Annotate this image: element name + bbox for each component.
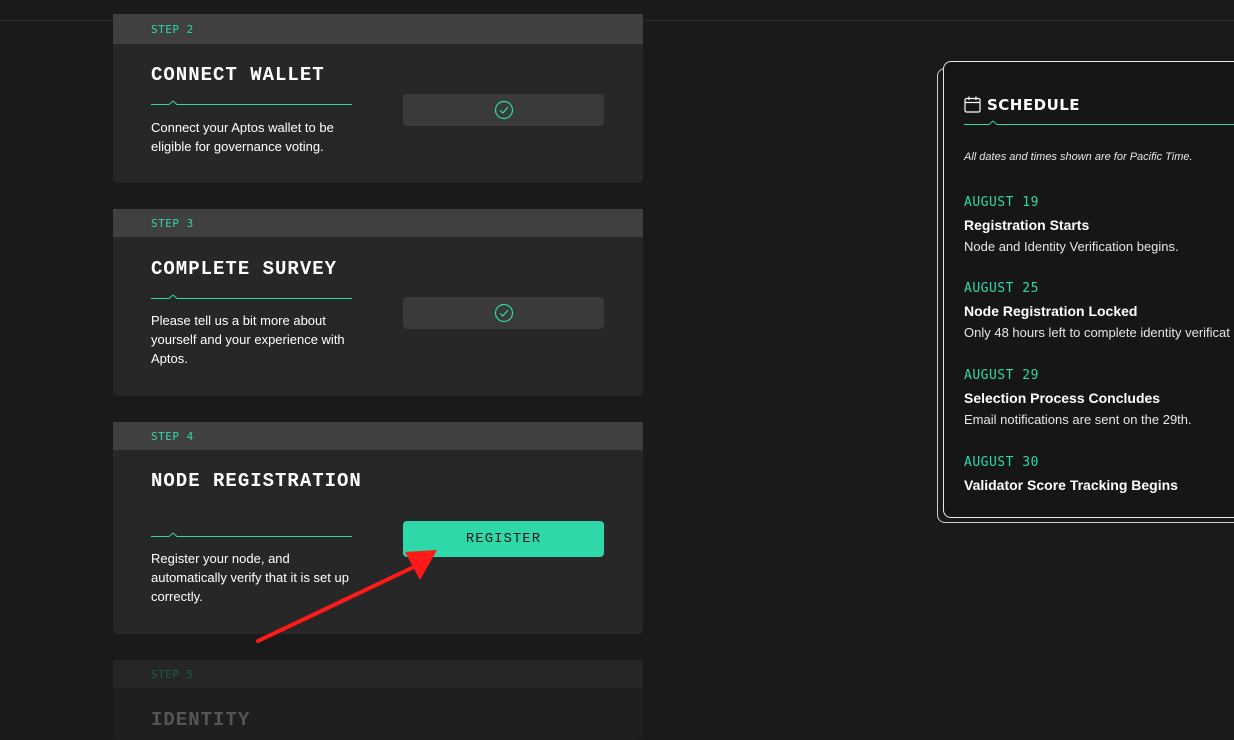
divider	[964, 120, 1234, 125]
check-circle-icon	[494, 100, 513, 120]
schedule-event: AUGUST 30 Validator Score Tracking Begin…	[964, 455, 1234, 494]
event-date: AUGUST 25	[964, 281, 1039, 296]
step-label: STEP 2	[151, 23, 194, 36]
step-card-node-registration: STEP 4 NODE REGISTRATION Register your n…	[113, 422, 643, 634]
step-description: Please tell us a bit more about yourself…	[151, 313, 345, 366]
event-description: Email notifications are sent on the 29th…	[964, 412, 1192, 427]
schedule-event: AUGUST 19 Registration Starts Node and I…	[964, 195, 1234, 256]
step-description: Register your node, and automatically ve…	[151, 551, 349, 604]
schedule-event: AUGUST 25 Node Registration Locked Only …	[964, 281, 1234, 342]
step-title: NODE REGISTRATION	[151, 470, 362, 492]
schedule-panel: SCHEDULE All dates and times shown are f…	[943, 61, 1234, 518]
check-circle-icon	[494, 303, 513, 323]
step-label: STEP 5	[151, 668, 194, 681]
divider	[151, 532, 352, 537]
step-header: STEP 2	[113, 14, 643, 44]
divider	[151, 100, 352, 105]
event-date: AUGUST 30	[964, 455, 1039, 470]
event-title: Validator Score Tracking Begins	[964, 477, 1178, 493]
step-title: CONNECT WALLET	[151, 64, 325, 86]
step-label: STEP 3	[151, 217, 194, 230]
step-label: STEP 4	[151, 430, 194, 443]
step-title: COMPLETE SURVEY	[151, 258, 338, 280]
event-title: Node Registration Locked	[964, 303, 1138, 319]
step-complete-indicator	[403, 297, 604, 329]
event-title: Selection Process Concludes	[964, 390, 1161, 406]
schedule-event: AUGUST 29 Selection Process Concludes Em…	[964, 368, 1234, 429]
event-title: Registration Starts	[964, 217, 1090, 233]
step-card-identity: STEP 5 IDENTITY	[113, 660, 643, 740]
step-title: IDENTITY	[151, 709, 251, 731]
divider	[151, 294, 352, 299]
step-header: STEP 3	[113, 209, 643, 237]
timezone-note: All dates and times shown are for Pacifi…	[964, 151, 1193, 163]
calendar-icon	[964, 96, 981, 113]
step-header: STEP 4	[113, 422, 643, 450]
schedule-title: SCHEDULE	[987, 96, 1081, 114]
step-card-complete-survey: STEP 3 COMPLETE SURVEY Please tell us a …	[113, 209, 643, 396]
event-date: AUGUST 19	[964, 195, 1039, 210]
event-date: AUGUST 29	[964, 368, 1039, 383]
step-header: STEP 5	[113, 660, 643, 688]
step-card-connect-wallet: STEP 2 CONNECT WALLET Connect your Aptos…	[113, 14, 643, 183]
register-button[interactable]: REGISTER	[403, 521, 604, 557]
step-description: Connect your Aptos wallet to be eligible…	[151, 120, 334, 154]
step-complete-indicator	[403, 94, 604, 126]
event-description: Node and Identity Verification begins.	[964, 239, 1179, 254]
event-description: Only 48 hours left to complete identity …	[964, 325, 1230, 340]
